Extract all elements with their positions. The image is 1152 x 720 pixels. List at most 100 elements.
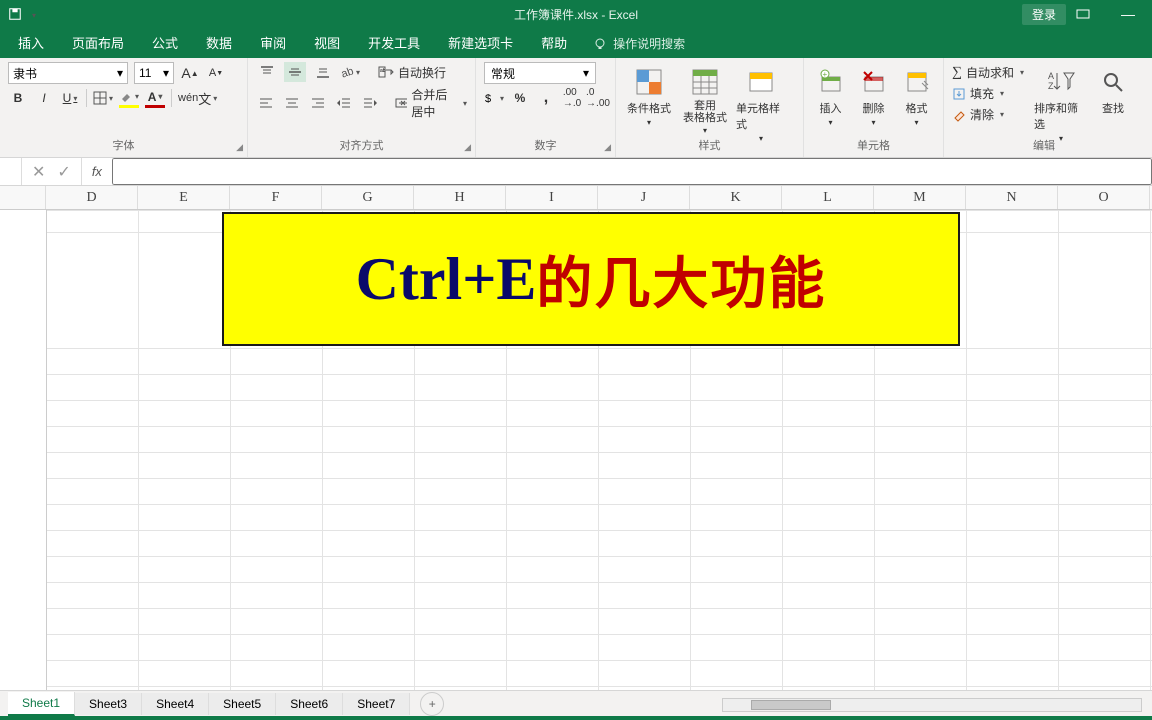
- fx-icon[interactable]: fx: [82, 164, 112, 179]
- tab-data[interactable]: 数据: [192, 27, 246, 58]
- svg-text:+: +: [822, 70, 827, 79]
- underline-button[interactable]: U: [60, 88, 80, 108]
- group-number-label: 数字: [484, 137, 607, 155]
- banner-text-2: 的几大功能: [536, 239, 826, 320]
- name-box[interactable]: [0, 158, 22, 185]
- tab-help[interactable]: 帮助: [527, 27, 581, 58]
- group-editing: ∑自动求和 填充 清除 AZ 排序和筛选▾ 查找 编辑: [944, 58, 1144, 157]
- svg-text:$: $: [485, 93, 491, 105]
- col-header[interactable]: N: [966, 186, 1058, 209]
- align-center-icon[interactable]: [282, 93, 302, 113]
- sheet-tab[interactable]: Sheet5: [209, 693, 276, 715]
- col-header[interactable]: F: [230, 186, 322, 209]
- currency-button[interactable]: $: [484, 88, 504, 108]
- enter-icon[interactable]: ✓: [57, 162, 70, 182]
- tell-me[interactable]: 操作说明搜索: [593, 35, 685, 58]
- col-header[interactable]: H: [414, 186, 506, 209]
- bold-button[interactable]: B: [8, 88, 28, 108]
- ribbon: 隶书▾ 11▾ A▲ A▼ B I U A wén文 字体 ◢: [0, 58, 1152, 158]
- col-header[interactable]: E: [138, 186, 230, 209]
- col-header[interactable]: I: [506, 186, 598, 209]
- align-top-icon[interactable]: [256, 62, 278, 82]
- fill-button[interactable]: 填充: [952, 85, 1024, 102]
- cancel-icon[interactable]: ✕: [32, 162, 45, 182]
- number-dialog-launcher-icon[interactable]: ◢: [604, 142, 611, 153]
- col-header[interactable]: M: [874, 186, 966, 209]
- number-format-select[interactable]: 常规▾: [484, 62, 596, 84]
- clear-button[interactable]: 清除: [952, 106, 1024, 123]
- font-size-select[interactable]: 11▾: [134, 62, 174, 84]
- conditional-formatting-icon: [633, 66, 665, 98]
- formula-input[interactable]: [112, 158, 1152, 185]
- insert-cells-button[interactable]: + 插入▾: [812, 62, 849, 127]
- sheet-tab[interactable]: Sheet4: [142, 693, 209, 715]
- spreadsheet-grid[interactable]: D E F G H I J K L M N O Ctrl+E的几大功能: [0, 186, 1152, 690]
- tab-formulas[interactable]: 公式: [138, 27, 192, 58]
- chevron-down-icon: ▾: [163, 66, 169, 80]
- login-button[interactable]: 登录: [1022, 4, 1066, 25]
- decrease-font-icon[interactable]: A▼: [206, 63, 226, 83]
- group-align-label: 对齐方式: [256, 137, 467, 155]
- fill-color-button[interactable]: [119, 88, 139, 108]
- col-header[interactable]: O: [1058, 186, 1150, 209]
- wrap-icon: ab: [378, 65, 394, 79]
- wrap-text-button[interactable]: ab自动换行: [378, 64, 446, 81]
- status-bar: [0, 716, 1152, 720]
- increase-indent-icon[interactable]: [360, 93, 380, 113]
- cell-styles-button[interactable]: 单元格样式▾: [736, 62, 786, 143]
- font-dialog-launcher-icon[interactable]: ◢: [236, 142, 243, 153]
- sheet-tab[interactable]: Sheet3: [75, 693, 142, 715]
- col-header[interactable]: J: [598, 186, 690, 209]
- orientation-button[interactable]: ab: [340, 62, 360, 82]
- merge-center-button[interactable]: 合并后居中: [395, 86, 467, 120]
- tab-review[interactable]: 审阅: [246, 27, 300, 58]
- font-color-button[interactable]: A: [145, 88, 165, 108]
- decrease-indent-icon[interactable]: [334, 93, 354, 113]
- eraser-icon: [952, 108, 966, 122]
- sort-filter-button[interactable]: AZ 排序和筛选▾: [1034, 62, 1088, 143]
- col-header[interactable]: D: [46, 186, 138, 209]
- delete-cells-button[interactable]: 删除▾: [855, 62, 892, 127]
- quick-access-toolbar: [0, 7, 44, 21]
- italic-button[interactable]: I: [34, 88, 54, 108]
- autosum-button[interactable]: ∑自动求和: [952, 64, 1024, 81]
- ribbon-options-icon[interactable]: [1076, 7, 1104, 21]
- format-cells-button[interactable]: 格式▾: [898, 62, 935, 127]
- align-middle-icon[interactable]: [284, 62, 306, 82]
- conditional-formatting-button[interactable]: 条件格式▾: [624, 62, 674, 127]
- save-icon[interactable]: [8, 7, 22, 21]
- group-cells-label: 单元格: [812, 137, 935, 155]
- col-header[interactable]: K: [690, 186, 782, 209]
- tab-new-tab[interactable]: 新建选项卡: [434, 27, 527, 58]
- sheet-tab[interactable]: Sheet6: [276, 693, 343, 715]
- borders-button[interactable]: [93, 88, 113, 108]
- format-as-table-button[interactable]: 套用 表格格式▾: [680, 62, 730, 135]
- align-left-icon[interactable]: [256, 93, 276, 113]
- minimize-icon[interactable]: —: [1114, 6, 1142, 22]
- phonetic-button[interactable]: wén文: [178, 88, 217, 108]
- tab-developer[interactable]: 开发工具: [354, 27, 434, 58]
- group-font: 隶书▾ 11▾ A▲ A▼ B I U A wén文 字体 ◢: [0, 58, 248, 157]
- tab-view[interactable]: 视图: [300, 27, 354, 58]
- sheet-tab[interactable]: Sheet1: [8, 692, 75, 716]
- sheet-tab-bar: Sheet1 Sheet3 Sheet4 Sheet5 Sheet6 Sheet…: [0, 690, 1152, 716]
- merged-cell-banner[interactable]: Ctrl+E的几大功能: [222, 212, 960, 346]
- find-button[interactable]: 查找: [1098, 62, 1128, 116]
- tab-page-layout[interactable]: 页面布局: [58, 27, 138, 58]
- align-bottom-icon[interactable]: [312, 62, 334, 82]
- font-name-select[interactable]: 隶书▾: [8, 62, 128, 84]
- horizontal-scrollbar[interactable]: [722, 698, 1142, 712]
- qat-dropdown-icon[interactable]: [30, 7, 44, 21]
- comma-button[interactable]: ,: [536, 88, 556, 108]
- sheet-tab[interactable]: Sheet7: [343, 693, 410, 715]
- increase-decimal-icon[interactable]: .00→.0: [562, 88, 582, 108]
- col-header[interactable]: L: [782, 186, 874, 209]
- align-dialog-launcher-icon[interactable]: ◢: [464, 142, 471, 153]
- col-header[interactable]: G: [322, 186, 414, 209]
- align-right-icon[interactable]: [308, 93, 328, 113]
- increase-font-icon[interactable]: A▲: [180, 63, 200, 83]
- percent-button[interactable]: %: [510, 88, 530, 108]
- tab-insert[interactable]: 插入: [4, 27, 58, 58]
- add-sheet-button[interactable]: +: [420, 692, 444, 716]
- decrease-decimal-icon[interactable]: .0→.00: [588, 88, 608, 108]
